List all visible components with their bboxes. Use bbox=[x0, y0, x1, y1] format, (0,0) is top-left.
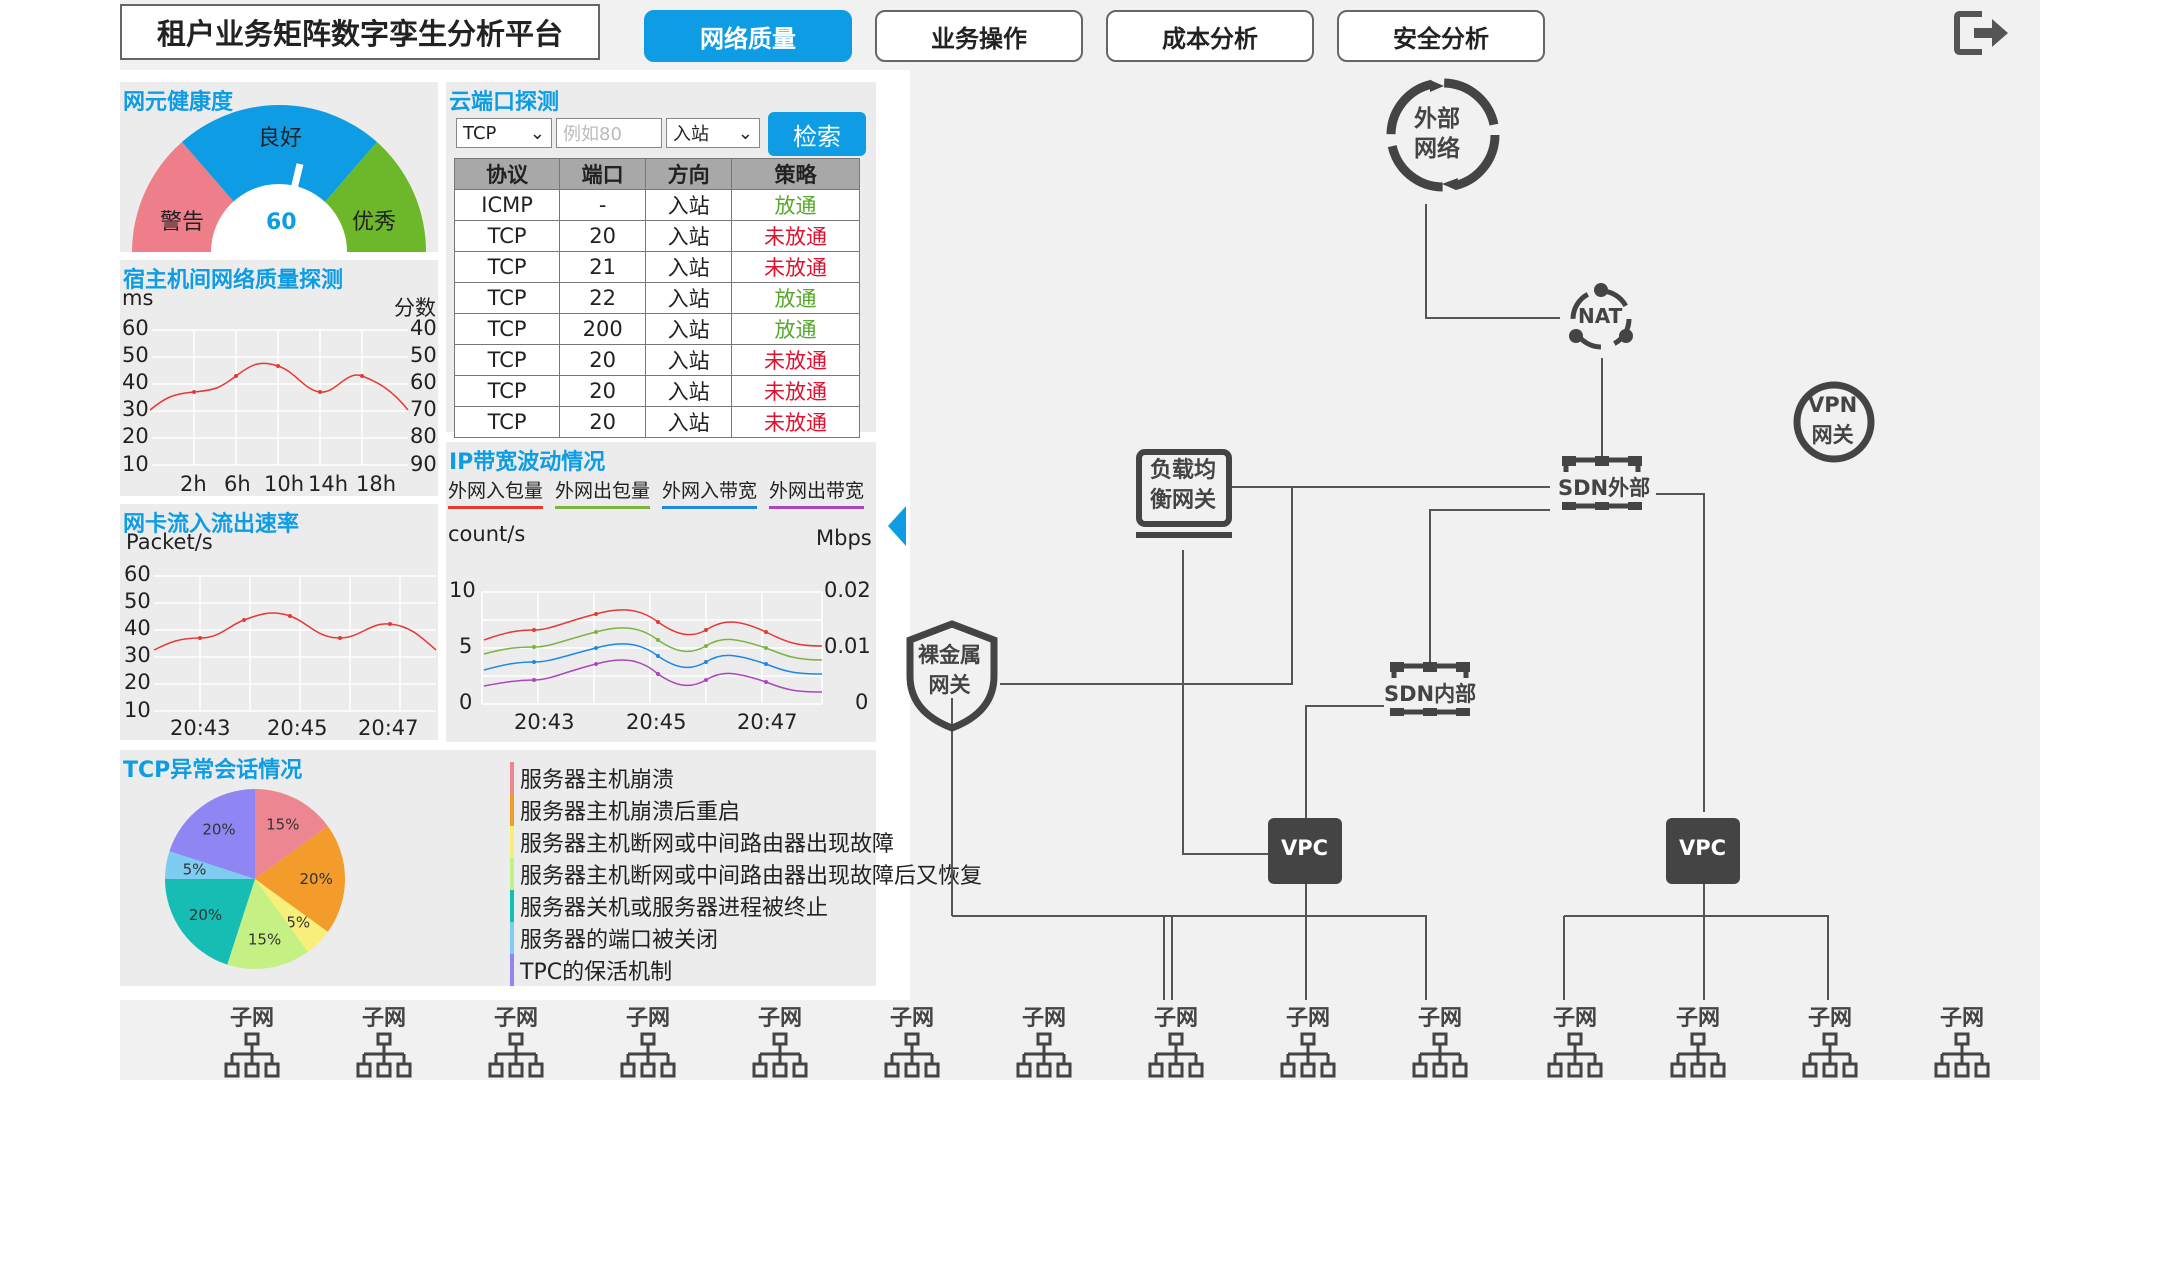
nat-label: NAT bbox=[1578, 304, 1623, 328]
vpn-gateway-label-line1: VPN bbox=[1808, 393, 1858, 417]
subnet-label: 子网 bbox=[757, 1006, 802, 1031]
network-tree-icon bbox=[1934, 1032, 1990, 1078]
subnet-label: 子网 bbox=[1675, 1006, 1720, 1031]
sdn-external-label: SDN外部 bbox=[1558, 472, 1651, 502]
subnet-label: 子网 bbox=[1021, 1006, 1066, 1031]
subnet-label: 子网 bbox=[361, 1006, 406, 1031]
network-tree-icon bbox=[488, 1032, 544, 1078]
vpc-2-label: VPC bbox=[1679, 836, 1727, 860]
load-balancer-label-line2: 衡网关 bbox=[1150, 488, 1217, 513]
subnet-label: 子网 bbox=[1552, 1006, 1597, 1031]
subnet-node[interactable]: 子网 bbox=[618, 1000, 678, 1080]
network-tree-icon bbox=[1148, 1032, 1204, 1078]
subnet-node[interactable]: 子网 bbox=[1410, 1000, 1470, 1080]
subnet-node[interactable]: 子网 bbox=[1545, 1000, 1605, 1080]
subnet-node[interactable]: 子网 bbox=[354, 1000, 414, 1080]
network-tree-icon bbox=[224, 1032, 280, 1078]
subnet-node[interactable]: 子网 bbox=[1014, 1000, 1074, 1080]
subnet-node[interactable]: 子网 bbox=[750, 1000, 810, 1080]
network-tree-icon bbox=[1802, 1032, 1858, 1078]
subnet-node[interactable]: 子网 bbox=[882, 1000, 942, 1080]
vpn-gateway-label-line2: 网关 bbox=[1811, 423, 1854, 447]
subnet-node[interactable]: 子网 bbox=[1800, 1000, 1860, 1080]
subnet-node[interactable]: 子网 bbox=[1146, 1000, 1206, 1080]
network-tree-icon bbox=[884, 1032, 940, 1078]
network-tree-icon bbox=[1670, 1032, 1726, 1078]
vpc-1-label: VPC bbox=[1281, 836, 1329, 860]
subnet-label: 子网 bbox=[1939, 1006, 1984, 1031]
subnet-label: 子网 bbox=[1807, 1006, 1852, 1031]
subnet-node[interactable]: 子网 bbox=[1278, 1000, 1338, 1080]
bare-metal-gateway-label-line1: 裸金属 bbox=[918, 643, 981, 667]
subnet-label: 子网 bbox=[1285, 1006, 1330, 1031]
sdn-internal-label: SDN内部 bbox=[1384, 678, 1477, 708]
load-balancer-label-line1: 负载均 bbox=[1150, 458, 1217, 483]
subnet-label: 子网 bbox=[625, 1006, 670, 1031]
external-network-label: 外部 网络 bbox=[1414, 104, 1460, 164]
subnet-label: 子网 bbox=[1153, 1006, 1198, 1031]
vpn-gateway-label: VPN 网关 bbox=[1808, 390, 1857, 450]
network-tree-icon bbox=[356, 1032, 412, 1078]
network-tree-icon bbox=[1280, 1032, 1336, 1078]
external-network-label-line1: 外部 bbox=[1414, 106, 1460, 132]
external-network-label-line2: 网络 bbox=[1414, 136, 1460, 162]
load-balancer-label: 负载均 衡网关 bbox=[1150, 456, 1216, 516]
network-tree-icon bbox=[620, 1032, 676, 1078]
subnet-node[interactable]: 子网 bbox=[1932, 1000, 1992, 1080]
subnet-label: 子网 bbox=[1417, 1006, 1462, 1031]
subnet-node[interactable]: 子网 bbox=[1668, 1000, 1728, 1080]
subnet-node[interactable]: 子网 bbox=[222, 1000, 282, 1080]
subnet-label: 子网 bbox=[229, 1006, 274, 1031]
subnet-label: 子网 bbox=[889, 1006, 934, 1031]
bare-metal-gateway-label: 裸金属 网关 bbox=[918, 640, 981, 700]
subnet-label: 子网 bbox=[493, 1006, 538, 1031]
network-tree-icon bbox=[1412, 1032, 1468, 1078]
network-tree-icon bbox=[1547, 1032, 1603, 1078]
network-tree-icon bbox=[752, 1032, 808, 1078]
network-tree-icon bbox=[1016, 1032, 1072, 1078]
subnet-node[interactable]: 子网 bbox=[486, 1000, 546, 1080]
bare-metal-gateway-label-line2: 网关 bbox=[928, 673, 971, 697]
